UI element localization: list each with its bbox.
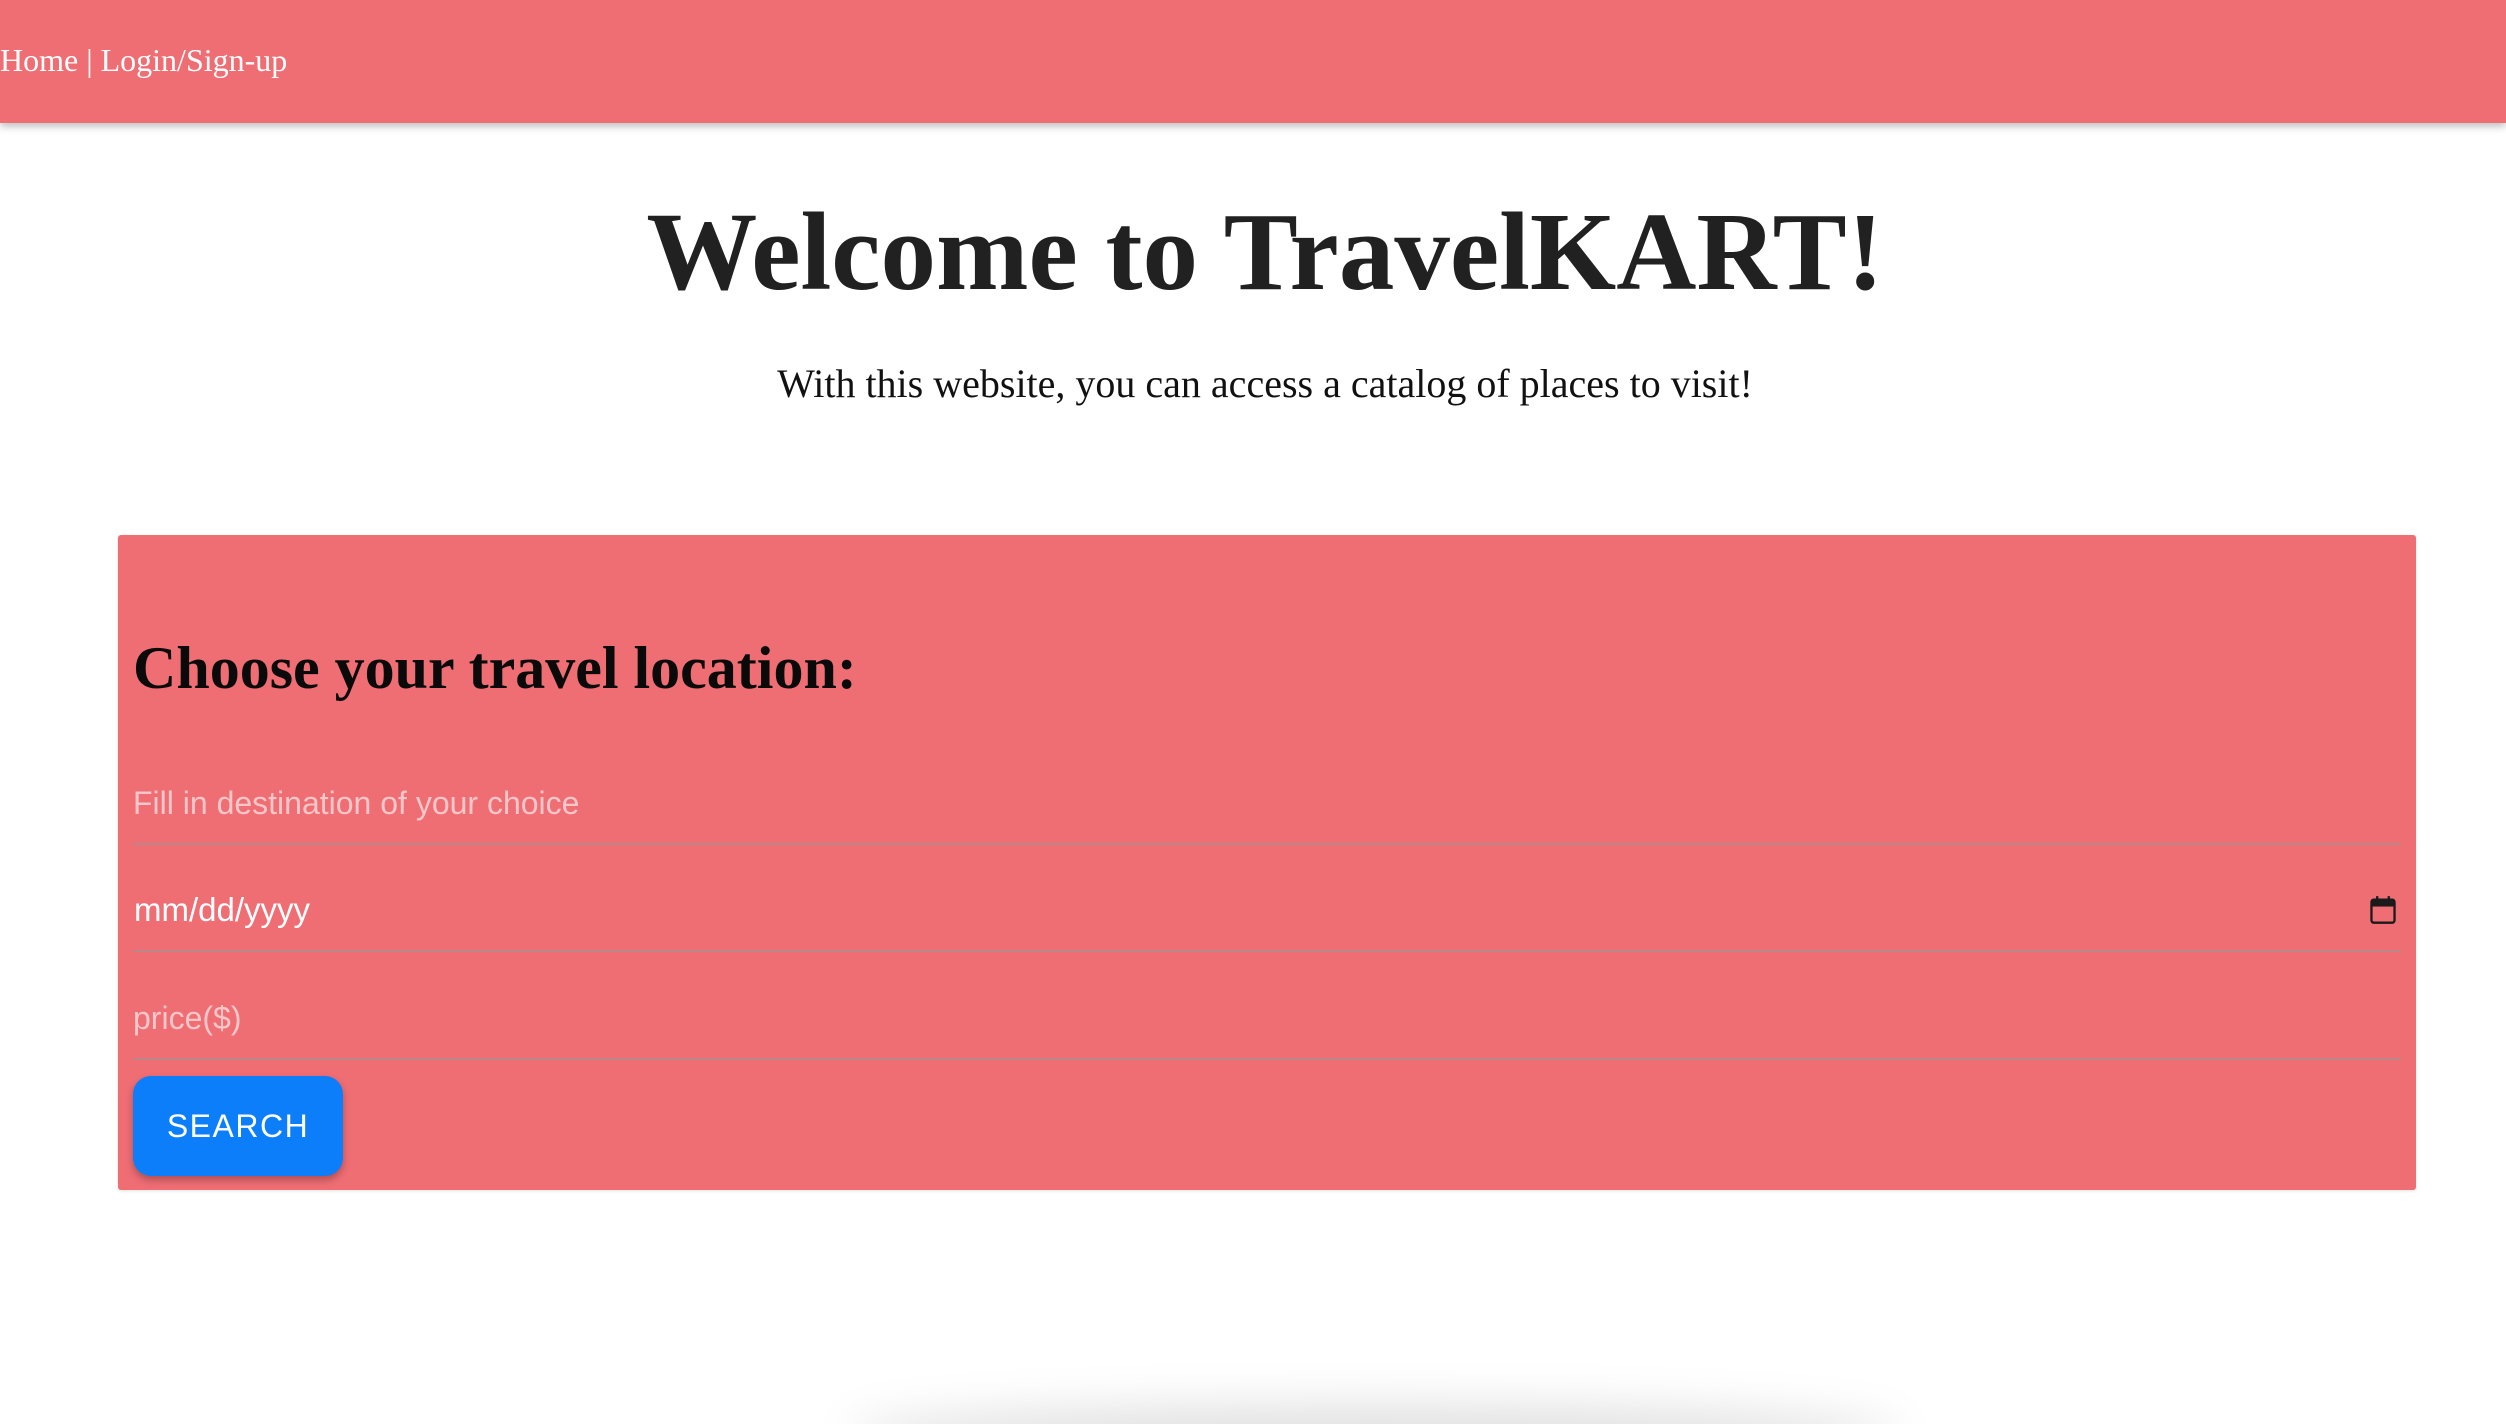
destination-field (133, 763, 2401, 845)
login-signup-link[interactable]: Login/Sign-up (101, 42, 288, 78)
date-input[interactable]: mm/dd/yyyy (134, 870, 310, 950)
top-navigation-bar: Home | Login/Sign-up (0, 0, 2506, 123)
page-title: Welcome to TravelKART! (646, 191, 1884, 314)
nav-links: Home | Login/Sign-up (0, 38, 287, 82)
search-button[interactable]: SEARCH (133, 1076, 343, 1176)
price-input[interactable] (133, 978, 2401, 1058)
page-subtitle: With this website, you can access a cata… (777, 361, 1753, 406)
calendar-icon[interactable] (2369, 895, 2397, 925)
destination-input[interactable] (133, 763, 2401, 843)
price-field (133, 978, 2401, 1060)
bottom-card-shadow (850, 1405, 1900, 1424)
search-panel-heading: Choose your travel location: (133, 635, 857, 701)
date-field[interactable]: mm/dd/yyyy (133, 870, 2401, 952)
nav-separator: | (78, 42, 101, 78)
home-link[interactable]: Home (0, 42, 78, 78)
search-panel: Choose your travel location: mm/dd/yyyy … (118, 535, 2416, 1190)
